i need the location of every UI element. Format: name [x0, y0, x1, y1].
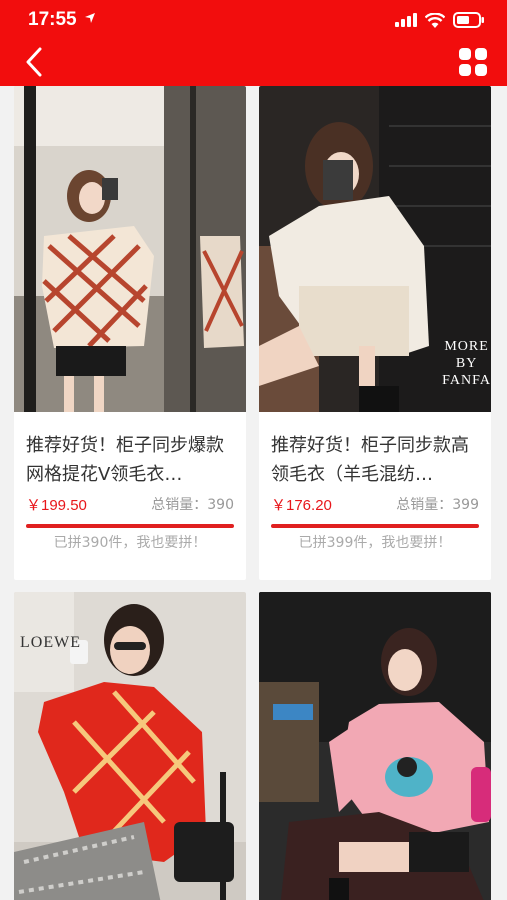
product-sales: 总销量：399 [396, 497, 479, 513]
progress-bar [271, 524, 479, 528]
status-icons [395, 12, 485, 28]
product-price: ￥199.50 [26, 497, 87, 514]
product-title[interactable]: 推荐好货！柜子同步款高领毛衣（羊毛混纺… [271, 431, 479, 489]
watermark-line: BY [455, 356, 478, 371]
product-card[interactable]: LOEWE [14, 592, 246, 900]
product-photo[interactable]: MORE BY FANFA [259, 86, 491, 412]
product-card[interactable]: 推荐好货！柜子同步爆款网格提花V领毛衣… ￥199.50 总销量：390 已拼3… [14, 86, 246, 580]
product-image [259, 592, 491, 900]
chevron-left-icon [26, 47, 42, 77]
product-image [14, 86, 246, 412]
group-buy-text[interactable]: 已拼390件，我也要拼！ [14, 532, 246, 552]
product-title[interactable]: 推荐好货！柜子同步爆款网格提花V领毛衣… [26, 431, 234, 489]
photo-watermark: MORE BY FANFA [442, 338, 491, 389]
product-photo[interactable] [14, 86, 246, 412]
product-price: ￥176.20 [271, 497, 332, 514]
watermark-line: MORE [444, 339, 489, 354]
progress-bar [26, 524, 234, 528]
status-bar: 17:55 [0, 0, 507, 40]
grid-menu-button[interactable] [455, 44, 491, 80]
battery-icon [453, 12, 484, 28]
product-card[interactable]: MORE BY FANFA 推荐好货！柜子同步款高领毛衣（羊毛混纺… ￥176.… [259, 86, 491, 580]
product-photo[interactable]: LOEWE [14, 592, 246, 900]
product-feed[interactable]: 推荐好货！柜子同步爆款网格提花V领毛衣… ￥199.50 总销量：390 已拼3… [0, 86, 507, 900]
wifi-icon [425, 12, 445, 28]
cellular-signal-icon [395, 13, 417, 27]
status-time-text: 17:55 [28, 9, 77, 30]
group-buy-text[interactable]: 已拼399件，我也要拼！ [259, 532, 491, 552]
product-card[interactable] [259, 592, 491, 900]
back-button[interactable] [18, 44, 54, 80]
watermark-line: FANFA [442, 373, 491, 388]
photo-watermark: LOEWE [20, 634, 81, 651]
product-sales: 总销量：390 [151, 497, 234, 513]
product-photo[interactable] [259, 592, 491, 900]
status-time: 17:55 [28, 9, 96, 31]
grid-icon [459, 48, 487, 76]
navigation-bar [0, 40, 507, 86]
location-arrow-icon [84, 13, 95, 23]
